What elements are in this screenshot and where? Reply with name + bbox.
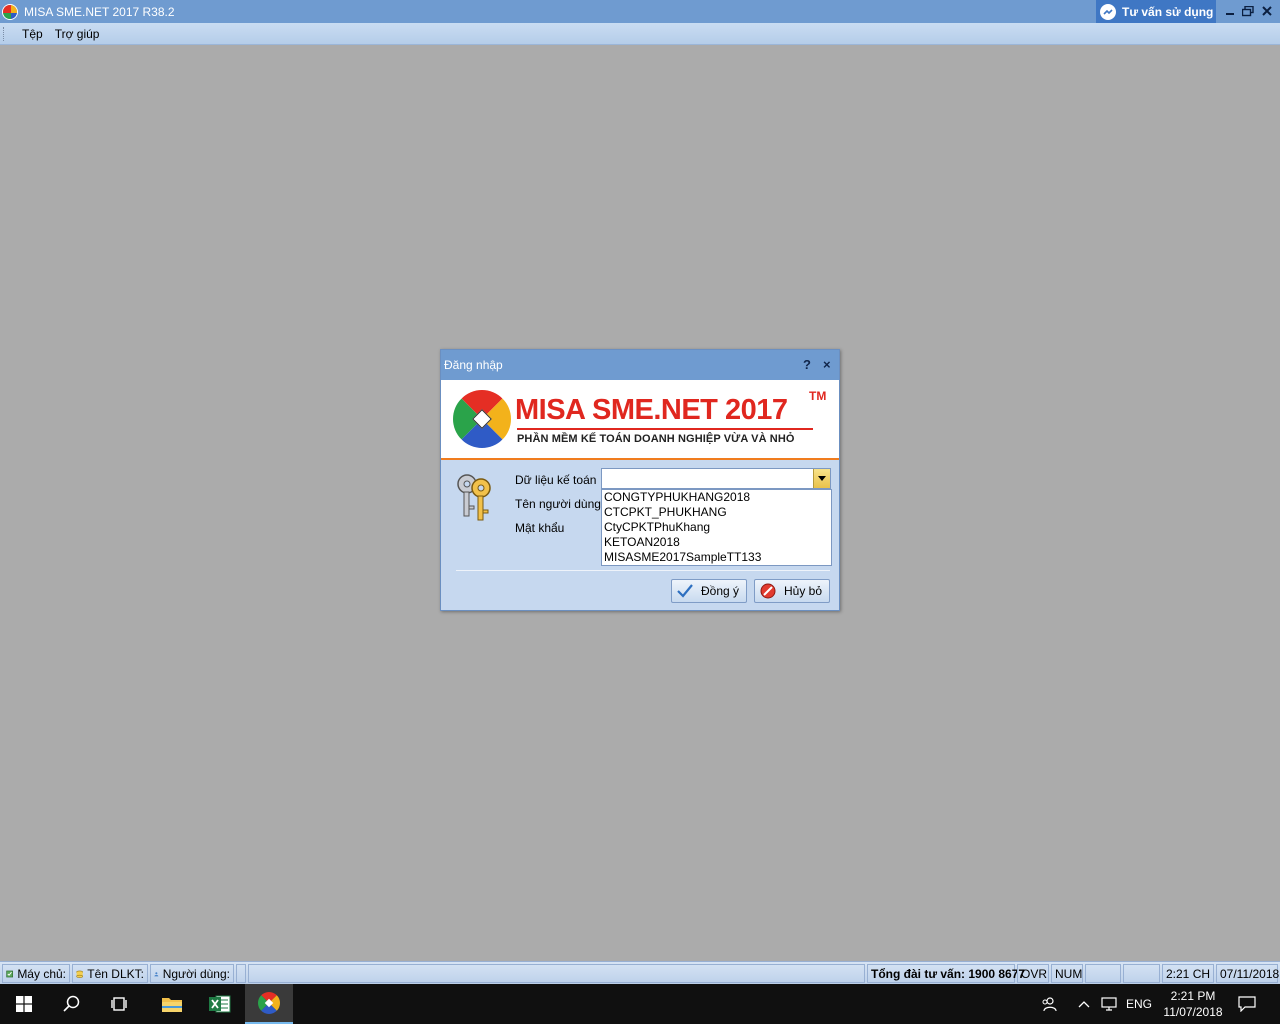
window-title: MISA SME.NET 2017 R38.2 [24, 4, 175, 19]
show-hidden-icons-button[interactable] [1074, 984, 1094, 1024]
status-server: Máy chủ: [2, 964, 70, 983]
dropdown-option[interactable]: CONGTYPHUKHANG2018 [602, 490, 831, 505]
language-indicator[interactable]: ENG [1124, 984, 1154, 1024]
cancel-button[interactable]: Hủy bỏ [754, 579, 830, 603]
status-empty-1 [236, 964, 246, 983]
file-explorer-button[interactable] [148, 984, 196, 1024]
misa-app-icon [2, 3, 18, 20]
cancel-label: Hủy bỏ [784, 584, 823, 598]
dropdown-option[interactable]: CTCPKT_PHUKHANG [602, 505, 831, 520]
menu-grip [3, 26, 6, 41]
chevron-down-icon[interactable] [813, 469, 830, 488]
dropdown-option[interactable]: KETOAN2018 [602, 535, 831, 550]
consult-button[interactable]: Tư vấn sử dụng [1096, 0, 1216, 23]
server-icon [6, 970, 14, 977]
password-label: Mật khẩu [515, 521, 565, 535]
dialog-close-icon[interactable]: × [823, 357, 831, 372]
dialog-separator [456, 570, 830, 571]
data-label: Dữ liệu kế toán [515, 473, 597, 487]
search-icon [63, 995, 80, 1012]
check-icon [677, 583, 693, 599]
data-dropdown-list: CONGTYPHUKHANG2018 CTCPKT_PHUKHANG CtyCP… [601, 489, 832, 566]
dropdown-option[interactable]: MISASME2017SampleTT133 [602, 550, 831, 565]
clock-date: 11/07/2018 [1163, 1005, 1223, 1019]
start-button[interactable] [0, 984, 48, 1024]
user-label: Tên người dùng [515, 497, 601, 511]
brand-tagline: PHẦN MỀM KẾ TOÁN DOANH NGHIỆP VỪA VÀ NHỎ [517, 433, 795, 445]
login-dialog: Đăng nhập ? × MISA SME.NET 2017 TM PHẦN … [440, 349, 840, 611]
status-empty-4 [1123, 964, 1160, 983]
status-empty-3 [1085, 964, 1121, 983]
misa-app-icon [258, 992, 280, 1014]
excel-button[interactable] [196, 984, 244, 1024]
menu-help[interactable]: Trợ giúp [49, 27, 106, 41]
taskbar: ENG 2:21 PM 11/07/2018 [0, 984, 1280, 1024]
status-num: NUM [1051, 964, 1083, 983]
misa-logo [440, 377, 524, 461]
menu-file[interactable]: Tệp [16, 27, 49, 41]
network-icon [1101, 997, 1117, 1011]
search-button[interactable] [48, 984, 96, 1024]
status-db-name: Tên DLKT: [72, 964, 148, 983]
people-button[interactable] [1036, 984, 1062, 1024]
close-window-icon[interactable] [1256, 2, 1278, 20]
clock[interactable]: 2:21 PM 11/07/2018 [1156, 984, 1230, 1024]
messenger-icon [1100, 3, 1116, 20]
status-date: 07/11/2018 [1216, 964, 1279, 983]
brand-underline [517, 428, 813, 430]
dialog-title-bar: Đăng nhập ? × [441, 350, 839, 380]
status-server-label: Máy chủ: [17, 966, 66, 981]
brand-trademark: TM [809, 389, 827, 403]
user-icon [154, 971, 159, 976]
menu-bar: Tệp Trợ giúp [0, 23, 1280, 45]
misa-taskbar-button[interactable] [245, 984, 293, 1024]
task-view-icon [111, 997, 127, 1011]
ok-label: Đồng ý [701, 584, 740, 598]
status-empty-2 [248, 964, 865, 983]
excel-icon [209, 995, 231, 1013]
people-icon [1042, 997, 1057, 1012]
folder-icon [162, 998, 182, 1012]
status-hotline: Tổng đài tư vấn: 1900 8677 [867, 964, 1025, 983]
title-bar: MISA SME.NET 2017 R38.2 Tư vấn sử dụng [0, 0, 1280, 23]
help-icon[interactable]: ? [803, 357, 811, 372]
clock-time: 2:21 PM [1170, 989, 1216, 1003]
ok-button[interactable]: Đồng ý [671, 579, 747, 603]
status-ovr: OVR [1017, 964, 1049, 983]
status-db-label: Tên DLKT: [87, 966, 144, 981]
task-view-button[interactable] [96, 984, 144, 1024]
dropdown-option[interactable]: CtyCPKTPhuKhang [602, 520, 831, 535]
database-icon [76, 970, 83, 978]
brand-name: MISA SME.NET 2017 [515, 394, 788, 426]
consult-label: Tư vấn sử dụng [1122, 4, 1214, 19]
status-bar: Máy chủ: Tên DLKT: Người dùng: Tổng đài … [0, 961, 1280, 984]
windows-icon [16, 996, 32, 1012]
chevron-up-icon [1078, 1001, 1090, 1008]
keys-icon [457, 474, 491, 521]
status-time: 2:21 CH [1162, 964, 1214, 983]
cancel-icon [760, 583, 776, 599]
notification-icon [1238, 996, 1256, 1012]
status-user-label: Người dùng: [162, 966, 230, 981]
network-button[interactable] [1098, 984, 1122, 1024]
action-center-button[interactable] [1232, 984, 1262, 1024]
data-combobox[interactable] [601, 468, 831, 489]
dialog-title: Đăng nhập [444, 358, 503, 372]
misa-banner: MISA SME.NET 2017 TM PHẦN MỀM KẾ TOÁN DO… [440, 377, 839, 461]
status-user: Người dùng: [150, 964, 234, 983]
